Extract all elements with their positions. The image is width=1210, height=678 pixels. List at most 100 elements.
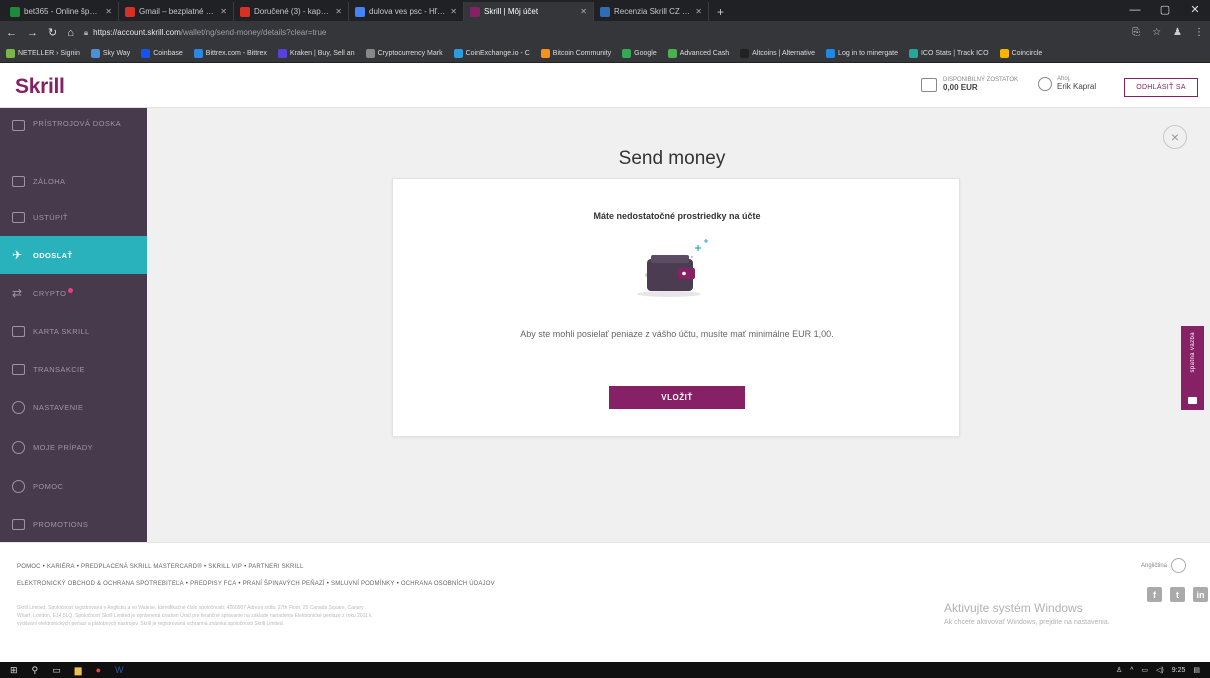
url-field[interactable]: 🔒︎ https://account.skrill.com/wallet/ng/…	[84, 28, 327, 38]
file-explorer-icon[interactable]: ▆	[75, 665, 82, 676]
sidebar-item-label: MOJE PRÍPADY	[33, 442, 94, 452]
bookmark-star-icon[interactable]: ☆	[1152, 27, 1161, 38]
new-tab-button[interactable]: +	[709, 2, 732, 21]
user-greeting[interactable]: Ahoj, Erik Kapral	[1038, 76, 1096, 91]
bookmark-item[interactable]: Sky Way	[90, 48, 130, 58]
footer-link[interactable]: PARTNERI SKRILL	[248, 564, 303, 570]
tab-close-icon[interactable]: ✕	[695, 7, 702, 16]
sidebar-item-withdraw[interactable]: USTÚPIŤ	[0, 199, 147, 236]
balance-display[interactable]: DISPONIBILNÝ ZOSTATOK 0,00 EUR	[921, 77, 1018, 92]
bookmark-favicon-icon	[277, 48, 287, 58]
footer-link[interactable]: SMLUVNÍ PODMÍNKY	[331, 581, 395, 587]
legal-text: Skrill Limited. Spoločnosť registrovaná …	[17, 605, 372, 627]
browser-tab[interactable]: Doručené (3) - kapralerik946@g✕	[234, 2, 349, 21]
bookmark-item[interactable]: Google	[622, 48, 657, 58]
browser-tab-active[interactable]: Skrill | Môj účet ✕	[464, 2, 594, 21]
bookmark-item[interactable]: CoinExchange.io - C	[453, 48, 530, 58]
gift-icon	[12, 518, 25, 530]
footer-link[interactable]: POMOC	[17, 564, 41, 570]
sidebar-item-help[interactable]: POMOC	[0, 467, 147, 505]
bookmark-item[interactable]: Altcoins | Alternative	[740, 48, 815, 58]
translate-icon[interactable]: ⎘	[1132, 27, 1140, 38]
sidebar-item-skrill-card[interactable]: KARTA SKRILL	[0, 312, 147, 350]
maximize-icon[interactable]: ▢	[1150, 0, 1180, 21]
bookmark-item[interactable]: Log in to minergate	[826, 48, 898, 58]
tab-close-icon[interactable]: ✕	[220, 7, 227, 16]
browser-tab-bar: bet365 - Online športové stávk✕ Gmail – …	[0, 0, 1210, 21]
logout-button[interactable]: ODHLÁSIŤ SA	[1124, 78, 1198, 97]
footer-link[interactable]: KARIÉRA	[47, 564, 75, 570]
withdraw-icon	[12, 212, 25, 223]
bookmark-item[interactable]: Coincircle	[999, 48, 1042, 58]
footer-link[interactable]: PREDPISY FCA	[190, 581, 236, 587]
notifications-icon[interactable]: ▤	[1193, 666, 1200, 674]
tab-close-icon[interactable]: ✕	[450, 7, 457, 16]
close-window-icon[interactable]: ✕	[1180, 0, 1210, 21]
forward-icon[interactable]: →	[27, 27, 38, 39]
bookmark-favicon-icon	[826, 48, 836, 58]
sidebar-item-settings[interactable]: NASTAVENIE	[0, 388, 147, 426]
volume-icon[interactable]: ◁)	[1156, 666, 1164, 674]
sidebar-item-label: USTÚPIŤ	[33, 213, 68, 222]
bookmark-item[interactable]: NETELLER › Signin	[6, 48, 80, 58]
sidebar-item-transactions[interactable]: TRANSAKCIE	[0, 350, 147, 388]
sidebar-item-my-cases[interactable]: MOJE PRÍPADY	[0, 428, 147, 466]
menu-kebab-icon[interactable]: ⋮	[1194, 27, 1204, 38]
minimize-icon[interactable]: —	[1120, 0, 1150, 21]
skrill-logo[interactable]: Skrill	[15, 75, 65, 99]
browser-tab[interactable]: Recenzia Skrill CZ - Elektronick✕	[594, 2, 709, 21]
sidebar-item-dashboard[interactable]: PRÍSTROJOVÁ DOSKA	[0, 118, 147, 158]
site-footer: POMOC • KARIÉRA • PREDPLACENÁ SKRILL MASTERC…	[0, 542, 1210, 662]
windows-start-icon[interactable]: ⊞	[10, 665, 18, 676]
sidebar-item-crypto[interactable]: ⇄ CRYPTO	[0, 274, 147, 312]
network-icon[interactable]: ▭	[1141, 666, 1148, 674]
bookmark-item[interactable]: Cryptocurrency Mark	[365, 48, 443, 58]
close-icon[interactable]: ×	[1163, 125, 1187, 149]
footer-link[interactable]: OCHRANA OSOBNÍCH ÚDAJOV	[401, 581, 495, 587]
browser-tab[interactable]: bet365 - Online športové stávk✕	[4, 2, 119, 21]
footer-link[interactable]: SKRILL VIP	[208, 564, 242, 570]
deposit-button[interactable]: VLOŽIŤ	[609, 386, 745, 409]
footer-link[interactable]: PREDPLACENÁ SKRILL MASTERCARD®	[81, 564, 202, 570]
bookmark-item[interactable]: Kraken | Buy, Sell an	[277, 48, 355, 58]
tab-close-icon[interactable]: ✕	[335, 7, 342, 16]
chrome-icon[interactable]: ●	[96, 665, 101, 675]
task-view-icon[interactable]: ▭	[52, 665, 61, 676]
address-bar: ← → ↻ ⌂ 🔒︎ https://account.skrill.com/wa…	[0, 21, 1210, 44]
bookmark-item[interactable]: Bittrex.com - Bittrex	[193, 48, 267, 58]
linkedin-icon[interactable]: in	[1193, 587, 1208, 602]
sidebar-item-send[interactable]: ✈︎ ODOSLAŤ	[0, 236, 147, 274]
home-icon[interactable]: ⌂	[67, 27, 74, 39]
tab-favicon-icon	[470, 6, 480, 17]
bookmark-item[interactable]: ICO Stats | Track ICO	[908, 48, 989, 58]
bookmark-item[interactable]: Coinbase	[141, 48, 183, 58]
extension-icon[interactable]: ♟	[1173, 27, 1182, 38]
sidebar-item-label: TRANSAKCIE	[33, 364, 85, 374]
clock[interactable]: 9:25	[1172, 667, 1186, 674]
page-title: Send money	[618, 148, 726, 169]
tab-close-icon[interactable]: ✕	[105, 7, 112, 16]
search-icon[interactable]: ⚲	[32, 665, 39, 676]
bookmark-item[interactable]: Bitcoin Community	[540, 48, 611, 58]
bookmark-item[interactable]: Advanced Cash	[667, 48, 729, 58]
people-icon[interactable]: ♙	[1116, 666, 1122, 674]
bookmark-favicon-icon	[90, 48, 100, 58]
browser-tab[interactable]: dulova ves psc - Hľadať Googlo✕	[349, 2, 464, 21]
tray-chevron-icon[interactable]: ^	[1130, 667, 1133, 674]
facebook-icon[interactable]: f	[1147, 587, 1162, 602]
tab-close-icon[interactable]: ✕	[580, 7, 587, 16]
language-selector[interactable]: Angličtina	[1141, 558, 1187, 573]
sidebar-item-promotions[interactable]: PROMOTIONS	[0, 506, 147, 542]
footer-link[interactable]: ELEKTRONICKÝ OBCHOD & OCHRANA SPOTREBITE…	[17, 581, 184, 587]
windows-activation-watermark: Aktivujte systém Windows Ak chcete aktiv…	[944, 601, 1110, 626]
footer-link[interactable]: PRANÍ ŠPINAVÝCH PEŇAZÍ	[243, 581, 325, 587]
twitter-icon[interactable]: t	[1170, 587, 1185, 602]
user-icon	[1038, 76, 1052, 91]
back-icon[interactable]: ←	[6, 27, 17, 39]
feedback-tab[interactable]: spätná väzba	[1181, 326, 1204, 410]
sidebar-item-deposit[interactable]: ZÁLOHA	[0, 163, 147, 199]
word-icon[interactable]: W	[115, 665, 124, 675]
reload-icon[interactable]: ↻	[48, 26, 57, 39]
insufficient-funds-card: Máte nedostatočné prostriedky na účte Ab…	[392, 178, 960, 437]
browser-tab[interactable]: Gmail – bezplatné úložisko a po✕	[119, 2, 234, 21]
